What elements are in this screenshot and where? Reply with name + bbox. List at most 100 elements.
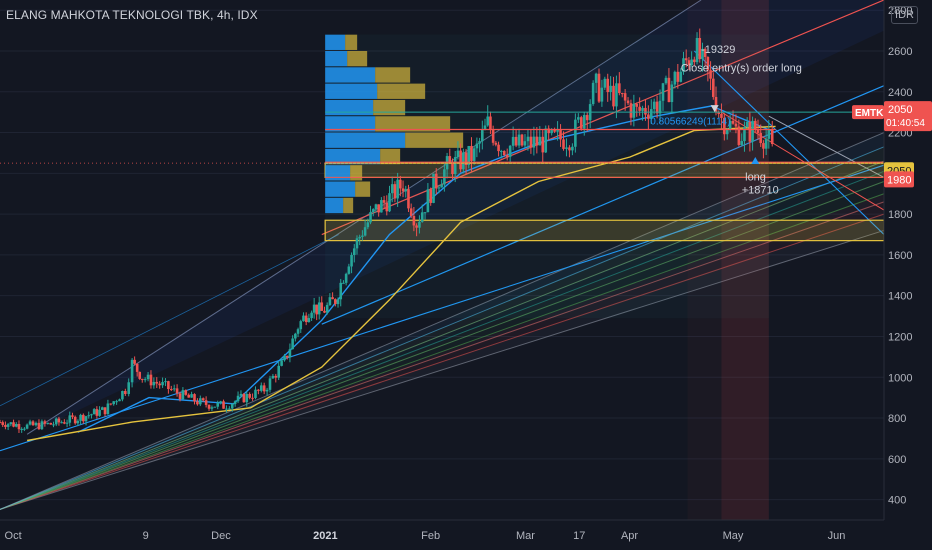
candle-body [259,385,263,391]
candle-body [582,115,586,129]
candle-body [562,139,565,149]
candle-body [556,130,559,132]
candle-body [494,142,498,145]
volume-profile-down [343,197,354,214]
volume-profile-down [373,99,406,116]
candle-body [23,428,26,430]
candle-body [280,360,283,366]
candle-body [432,173,435,203]
candle-body [751,120,754,142]
candle-body [350,254,353,267]
candle-body [210,407,214,409]
volume-profile-up [325,181,356,197]
volume-profile-down [347,50,368,67]
candle-body [418,221,421,228]
candle-body [456,150,460,158]
time-tick-label: Feb [421,530,440,542]
candle-body [65,422,69,424]
price-tick-label: 2400 [888,87,912,99]
candle-body [299,321,303,330]
candle-body [347,266,351,274]
close-entry-label: Close entry(s) order long [681,62,802,74]
candle-body [591,82,595,105]
candle-body [40,421,44,430]
candle-body [396,179,399,199]
candle-body [538,136,542,146]
volume-profile-up [325,132,406,148]
price-tick-label: 1200 [888,331,912,343]
candle-body [233,401,237,404]
candle-body [358,236,361,239]
candle-body [603,78,607,88]
chart-stage[interactable]: -19329 Close entry(s) order long 0.8056624… [0,0,932,550]
candle-body [361,235,364,237]
fib-label: 0.80566249(1114) [650,116,730,127]
candle-body [676,71,680,82]
candle-body [184,390,188,395]
candle-body [762,143,765,149]
candle-body [164,381,167,383]
candle-body [502,150,506,155]
candle-body [283,355,286,361]
candle-body [497,144,500,152]
candle-body [478,141,481,144]
candle-body [366,222,370,228]
candle-body [277,365,280,378]
candle-body [4,424,7,427]
price-chart[interactable]: -19329 Close entry(s) order long 0.8056624… [0,0,932,550]
candle-body [514,136,518,146]
candle-body [352,248,356,255]
candle-body [92,409,96,415]
candle-body [508,145,512,157]
candle-body [481,129,484,142]
candle-body [302,315,305,322]
candle-body [401,188,405,192]
candle-body [420,212,424,222]
candle-body [667,77,671,103]
candle-body [12,422,15,427]
candle-body [115,401,118,403]
candle-body [112,401,116,405]
candle-body [382,200,386,203]
candle-body [407,189,410,209]
candle-body [54,418,58,425]
symbol-title: ELANG MAHKOTA TEKNOLOGI TBK, 4h, IDX [6,8,258,22]
candle-body [644,107,647,115]
candle-body [106,403,110,415]
candle-body [71,415,74,417]
price-zone [324,162,885,179]
time-tick-label: 17 [573,530,585,542]
candle-body [296,329,300,334]
candle-body [526,136,530,142]
candle-body [68,415,72,423]
price-tick-label: 600 [888,454,906,466]
candle-body [443,169,446,185]
price-tick-label: 1600 [888,250,912,262]
candle-body [638,106,641,111]
candle-body [388,193,391,212]
candle-body [404,189,408,192]
candle-body [312,304,316,313]
candle-body [409,208,413,216]
candle-body [172,388,176,390]
time-tick-label: 9 [143,530,149,542]
candle-body [98,409,101,416]
candle-body [725,129,729,135]
candle-body [149,374,153,386]
candle-body [133,359,136,364]
candle-body [517,134,521,146]
candle-body [310,312,313,319]
candle-body [325,304,329,313]
currency-button[interactable]: IDR [891,6,918,24]
volume-profile-up [325,197,344,214]
candle-body [336,299,340,305]
candle-body [635,103,639,107]
candle-body [257,389,260,391]
candle-body [632,103,636,118]
candle-body [339,282,343,300]
candle-body [618,83,621,94]
candle-body [271,375,275,379]
price-tick-label: 800 [888,413,906,425]
price-tick-label: 1800 [888,209,912,221]
candle-body [14,423,18,427]
